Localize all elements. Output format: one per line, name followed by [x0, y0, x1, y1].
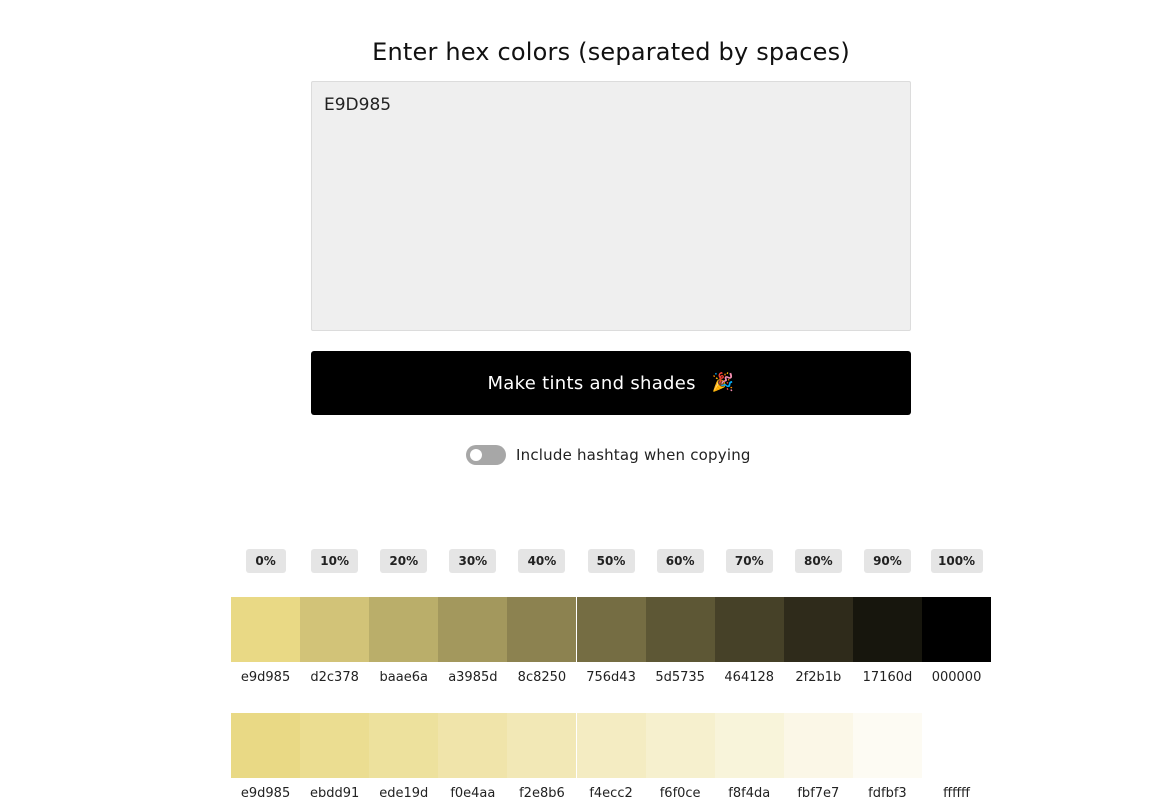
tint-hex-label[interactable]: fdfbf3 [853, 786, 922, 801]
tint-swatch-row [231, 713, 992, 778]
tint-swatch[interactable] [438, 713, 508, 778]
tint-swatch[interactable] [231, 713, 301, 778]
tint-swatch[interactable] [852, 713, 922, 778]
tint-swatch[interactable] [576, 713, 646, 778]
hex-colors-input[interactable] [311, 81, 911, 331]
tint-swatch[interactable] [507, 713, 577, 778]
shade-swatch[interactable] [783, 597, 853, 662]
shade-hex-label[interactable]: 17160d [853, 670, 922, 685]
tint-hex-label[interactable]: fbf7e7 [784, 786, 853, 801]
tint-hex-label[interactable]: ffffff [922, 786, 991, 801]
percentage-badge: 80% [794, 549, 842, 573]
percentage-row: 0% 10% 20% 30% 40% 50% 60% 70% 80% 90% 100% [231, 549, 991, 573]
percentage-badge: 60% [656, 549, 704, 573]
tint-swatch[interactable] [783, 713, 853, 778]
tint-swatch[interactable] [714, 713, 784, 778]
tint-hex-label[interactable]: f4ecc2 [577, 786, 646, 801]
percentage-badge: 50% [587, 549, 635, 573]
hashtag-toggle-row: Include hashtag when copying [466, 444, 751, 466]
shade-swatch-row [231, 597, 992, 662]
party-popper-icon: 🎉 [711, 372, 735, 393]
shade-swatch[interactable] [438, 597, 508, 662]
percentage-badge: 30% [449, 549, 497, 573]
shade-hex-label[interactable]: d2c378 [300, 670, 369, 685]
shade-label-row: e9d985 d2c378 baae6a a3985d 8c8250 756d43 5d57… [231, 670, 991, 686]
make-tints-shades-button[interactable]: Make tints and shades 🎉 [311, 351, 911, 415]
percentage-badge: 10% [311, 549, 359, 573]
percentage-badge: 40% [518, 549, 566, 573]
toggle-knob [470, 449, 482, 461]
tint-swatch[interactable] [645, 713, 715, 778]
percentage-badge: 70% [725, 549, 773, 573]
percentage-badge: 20% [380, 549, 428, 573]
tint-swatch[interactable] [300, 713, 370, 778]
tint-swatch[interactable] [922, 713, 992, 778]
tint-hex-label[interactable]: f2e8b6 [507, 786, 576, 801]
percentage-badge: 100% [930, 549, 983, 573]
tint-hex-label[interactable]: f8f4da [715, 786, 784, 801]
shade-hex-label[interactable]: 2f2b1b [784, 670, 853, 685]
tint-hex-label[interactable]: f0e4aa [438, 786, 507, 801]
hashtag-toggle[interactable] [466, 445, 506, 465]
percentage-badge: 90% [863, 549, 911, 573]
tint-hex-label[interactable]: ebdd91 [300, 786, 369, 801]
shade-hex-label[interactable]: baae6a [369, 670, 438, 685]
shade-swatch[interactable] [300, 597, 370, 662]
shade-swatch[interactable] [507, 597, 577, 662]
shade-hex-label[interactable]: 464128 [715, 670, 784, 685]
page-title: Enter hex colors (separated by spaces) [372, 38, 850, 66]
tint-hex-label[interactable]: e9d985 [231, 786, 300, 801]
tint-hex-label[interactable]: ede19d [369, 786, 438, 801]
shade-hex-label[interactable]: e9d985 [231, 670, 300, 685]
shade-swatch[interactable] [922, 597, 992, 662]
hashtag-toggle-label: Include hashtag when copying [516, 446, 751, 464]
shade-hex-label[interactable]: a3985d [438, 670, 507, 685]
make-button-label: Make tints and shades [487, 372, 696, 394]
shade-swatch[interactable] [369, 597, 439, 662]
shade-swatch[interactable] [645, 597, 715, 662]
shade-swatch[interactable] [852, 597, 922, 662]
tint-swatch[interactable] [369, 713, 439, 778]
shade-hex-label[interactable]: 000000 [922, 670, 991, 685]
shade-swatch[interactable] [714, 597, 784, 662]
shade-hex-label[interactable]: 5d5735 [646, 670, 715, 685]
tint-hex-label[interactable]: f6f0ce [646, 786, 715, 801]
percentage-badge: 0% [245, 549, 286, 573]
shade-swatch[interactable] [576, 597, 646, 662]
shade-swatch[interactable] [231, 597, 301, 662]
tint-label-row: e9d985 ebdd91 ede19d f0e4aa f2e8b6 f4ecc2 f6f0… [231, 786, 991, 802]
shade-hex-label[interactable]: 756d43 [577, 670, 646, 685]
shade-hex-label[interactable]: 8c8250 [507, 670, 576, 685]
